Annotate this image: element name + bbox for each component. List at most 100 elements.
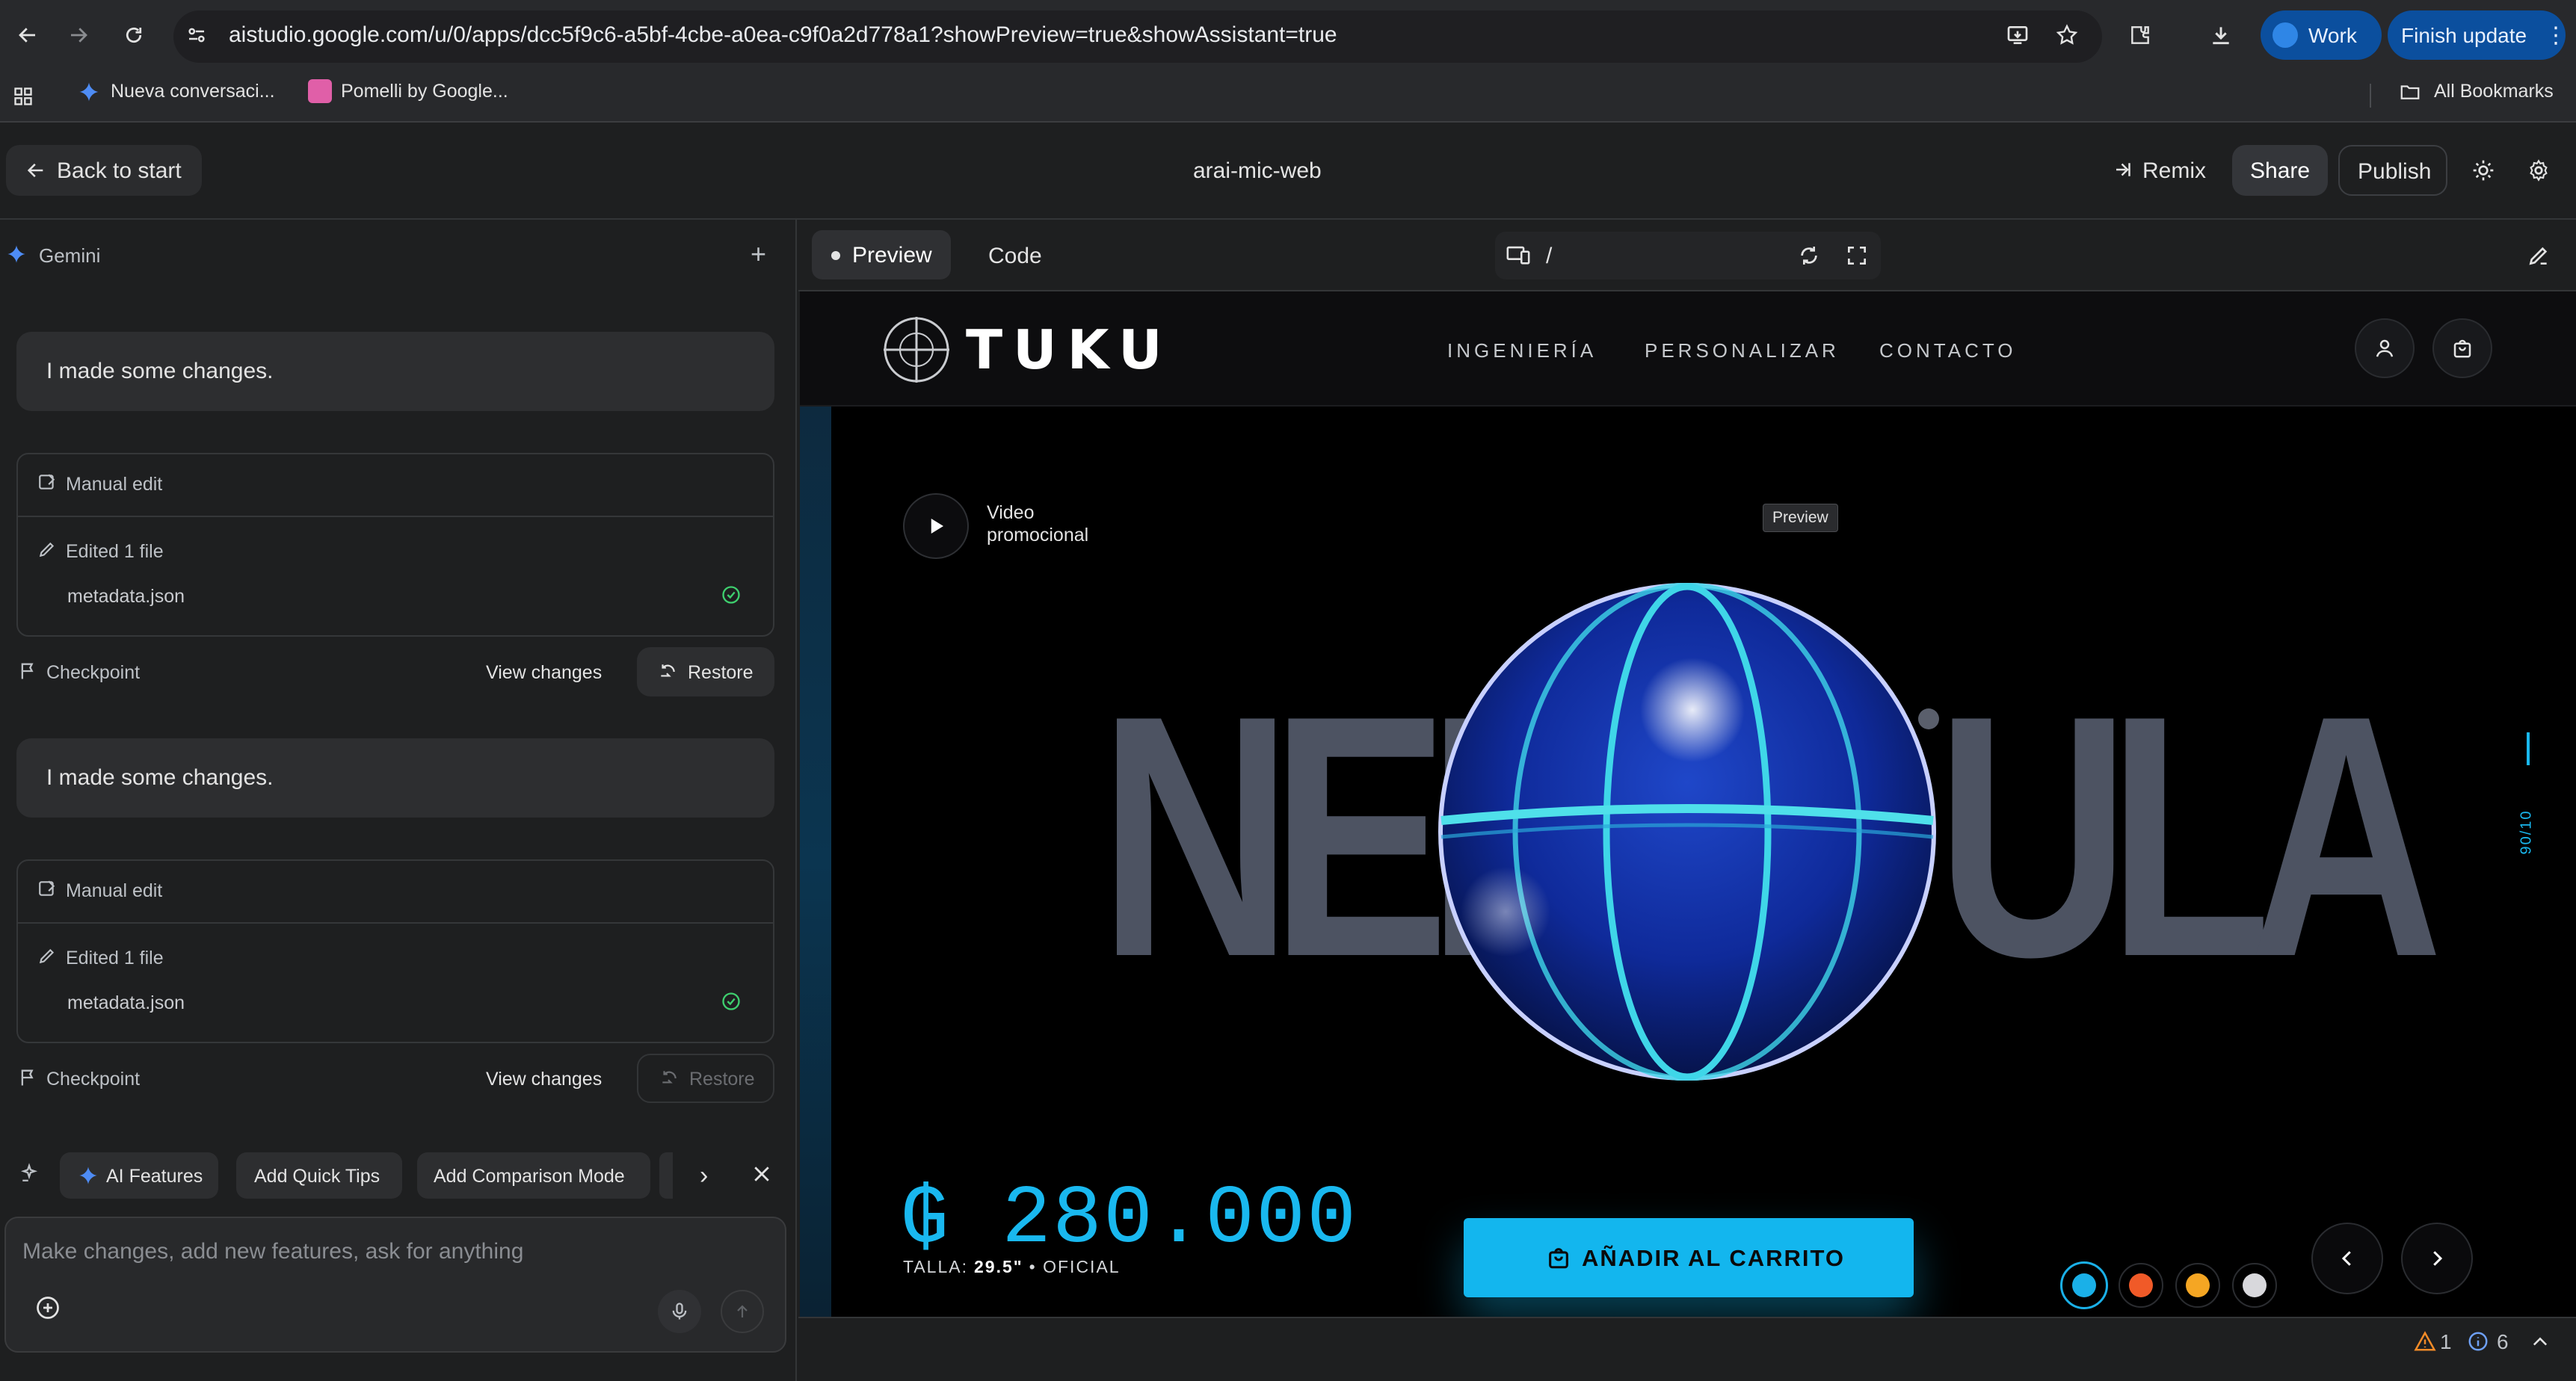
slide-progress-bar xyxy=(2527,732,2530,765)
tab-code[interactable]: Code xyxy=(988,244,1042,269)
chip-label: Add Quick Tips xyxy=(254,1166,380,1187)
checkpoint-flag-icon xyxy=(18,661,39,682)
cart-label: AÑADIR AL CARRITO xyxy=(1582,1245,1846,1271)
profile-label: Work xyxy=(2308,24,2357,47)
nav-link-ingenieria[interactable]: INGENIERÍA xyxy=(1447,339,1597,362)
active-dot-icon xyxy=(831,251,840,260)
tab-label: Preview xyxy=(852,243,932,268)
message-text: I made some changes. xyxy=(46,359,274,383)
site-info-icon[interactable] xyxy=(179,18,214,52)
brand-name[interactable]: TUKU xyxy=(966,318,1173,381)
prompt-input[interactable]: Make changes, add new features, ask for … xyxy=(22,1239,523,1264)
site-navbar: TUKU INGENIERÍA PERSONALIZAR CONTACTO xyxy=(800,291,2576,407)
gemini-sparkle-icon xyxy=(6,244,27,265)
gemini-sparkle-icon xyxy=(78,1165,99,1186)
bookmarks-divider xyxy=(2370,84,2371,108)
nav-link-contacto[interactable]: CONTACTO xyxy=(1879,339,2016,362)
finish-update-button[interactable]: Finish update ⋮ xyxy=(2388,10,2567,60)
restore-label: Restore xyxy=(689,1069,755,1090)
color-option-blue[interactable] xyxy=(2072,1273,2096,1297)
color-option-white[interactable] xyxy=(2243,1273,2267,1297)
remix-button[interactable]: Remix xyxy=(2142,158,2206,184)
annotate-edit-icon[interactable] xyxy=(2527,244,2551,268)
route-input[interactable]: / xyxy=(1546,244,1552,269)
chevron-right-icon[interactable]: › xyxy=(700,1161,708,1190)
microphone-icon[interactable] xyxy=(658,1290,701,1333)
play-video-button[interactable] xyxy=(903,493,969,559)
next-slide-button[interactable] xyxy=(2401,1223,2473,1294)
assistant-message: I made some changes. xyxy=(16,738,774,818)
size-label: TALLA: xyxy=(903,1257,968,1276)
apps-grid-icon[interactable] xyxy=(6,79,40,114)
share-label: Share xyxy=(2250,158,2311,183)
user-account-icon[interactable] xyxy=(2355,318,2415,378)
suggestion-chip-comparison-mode[interactable]: Add Comparison Mode xyxy=(417,1152,650,1199)
restore-arrow-icon xyxy=(659,1069,679,1088)
restore-button-disabled[interactable]: Restore xyxy=(637,1054,774,1103)
device-toggle-icon[interactable] xyxy=(1506,242,1531,268)
edit-type-label: Manual edit xyxy=(66,474,163,495)
card-divider xyxy=(16,516,774,517)
shopping-bag-icon[interactable] xyxy=(2432,318,2492,378)
bookmark-star-icon[interactable] xyxy=(2050,18,2084,52)
add-attachment-icon[interactable] xyxy=(34,1294,61,1321)
warning-icon[interactable] xyxy=(2413,1330,2437,1353)
remix-icon xyxy=(2113,158,2135,181)
downloads-icon[interactable] xyxy=(2204,18,2238,52)
suggestion-chip-quick-tips[interactable]: Add Quick Tips xyxy=(236,1152,402,1199)
chip-label: Add Comparison Mode xyxy=(434,1166,625,1187)
publish-button[interactable]: Publish xyxy=(2338,145,2447,196)
finish-update-label: Finish update xyxy=(2401,24,2527,47)
color-option-yellow[interactable] xyxy=(2186,1273,2210,1297)
suggestion-chip-ai-features[interactable]: AI Features xyxy=(60,1152,218,1199)
close-icon[interactable] xyxy=(751,1163,773,1185)
reload-icon[interactable] xyxy=(117,18,151,52)
url-text[interactable]: aistudio.google.com/u/0/apps/dcc5f9c6-a5… xyxy=(229,22,1337,48)
send-arrow-icon[interactable] xyxy=(721,1290,764,1333)
prev-slide-button[interactable] xyxy=(2311,1223,2383,1294)
bookmark-item[interactable]: Nueva conversaci... xyxy=(111,81,275,102)
tab-preview[interactable]: Preview xyxy=(812,230,951,279)
edited-file-name[interactable]: metadata.json xyxy=(67,992,185,1014)
prompt-input-container xyxy=(4,1217,786,1353)
pencil-icon xyxy=(37,540,57,559)
all-bookmarks-link[interactable]: All Bookmarks xyxy=(2434,81,2554,102)
route-bar xyxy=(1495,232,1881,279)
warning-count: 1 xyxy=(2440,1330,2452,1353)
hero-word-right: ULA xyxy=(1936,645,2443,1028)
edited-file-name[interactable]: metadata.json xyxy=(67,586,185,608)
settings-gear-icon[interactable] xyxy=(2527,158,2551,182)
bookmark-item[interactable]: Pomelli by Google... xyxy=(341,81,508,102)
extensions-icon[interactable] xyxy=(2123,18,2157,52)
color-option-orange[interactable] xyxy=(2129,1273,2153,1297)
fullscreen-icon[interactable] xyxy=(1845,244,1869,268)
suggestion-chip-overflow xyxy=(659,1152,673,1199)
add-to-cart-button[interactable]: AÑADIR AL CARRITO xyxy=(1464,1218,1914,1297)
profile-button[interactable]: Work xyxy=(2261,10,2382,60)
refresh-preview-icon[interactable] xyxy=(1797,244,1821,268)
chevron-left-icon xyxy=(2341,1251,2351,1266)
message-text: I made some changes. xyxy=(46,765,274,790)
info-icon[interactable] xyxy=(2467,1330,2489,1353)
info-count: 6 xyxy=(2497,1330,2509,1353)
back-arrow-icon[interactable] xyxy=(10,18,45,52)
install-app-icon[interactable] xyxy=(2000,18,2035,52)
chevron-up-icon[interactable] xyxy=(2530,1332,2551,1353)
back-to-start-button[interactable]: Back to start xyxy=(6,145,202,196)
restore-button[interactable]: Restore xyxy=(637,647,774,696)
size-value: 29.5" xyxy=(974,1257,1023,1276)
new-chat-plus-icon[interactable]: + xyxy=(751,241,766,268)
profile-avatar-icon xyxy=(2273,22,2298,48)
brand-logo-icon[interactable] xyxy=(882,315,951,384)
share-button[interactable]: Share xyxy=(2232,145,2328,196)
nav-link-personalizar[interactable]: PERSONALIZAR xyxy=(1645,339,1840,362)
folder-icon xyxy=(2398,81,2422,103)
edited-files-label: Edited 1 file xyxy=(66,948,164,968)
theme-sun-icon[interactable] xyxy=(2471,158,2495,182)
ball-3d-icon[interactable] xyxy=(1438,583,1936,1081)
view-changes-button[interactable]: View changes xyxy=(486,1069,602,1090)
forward-arrow-icon[interactable] xyxy=(61,18,96,52)
view-changes-button[interactable]: View changes xyxy=(486,662,602,684)
chevron-right-icon xyxy=(2433,1251,2443,1266)
restore-label: Restore xyxy=(688,662,754,683)
